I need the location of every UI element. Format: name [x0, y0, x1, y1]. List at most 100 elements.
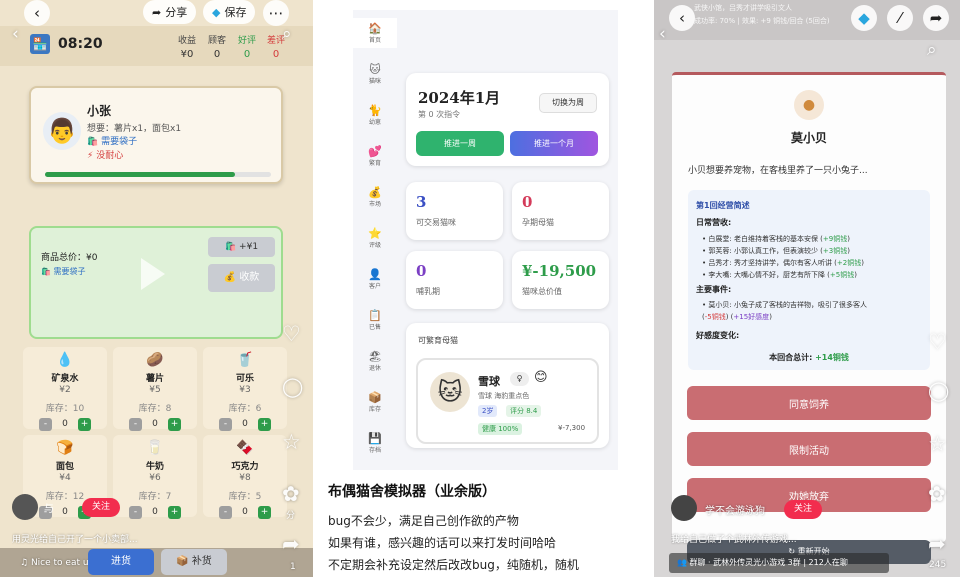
- add-bag-button[interactable]: 🛍️ +¥1: [208, 237, 275, 257]
- sidebar-icon: 🐱: [369, 63, 381, 76]
- play-icon[interactable]: [141, 258, 165, 290]
- events-title: 主要事件:: [696, 285, 732, 294]
- back-overlay-icon[interactable]: ‹: [659, 24, 666, 44]
- advance-month-button[interactable]: 推进一个月: [510, 131, 598, 156]
- agree-button[interactable]: 同意饲养: [687, 386, 931, 420]
- gift-icon[interactable]: ✿: [928, 482, 946, 506]
- sidebar-icon: 💰: [368, 186, 382, 199]
- increase-button[interactable]: +: [168, 418, 181, 431]
- post-title[interactable]: 布偶猫舍模拟器（业余版）: [328, 481, 496, 501]
- product-icon: 🥛: [146, 440, 164, 456]
- sidebar-item[interactable]: 📋 已售: [353, 309, 397, 331]
- share-arrow-icon[interactable]: ➦: [928, 532, 946, 556]
- music-label: ♫ Nice to eat u: [20, 558, 89, 568]
- share-count: 245: [929, 560, 947, 570]
- share-button[interactable]: ➦: [923, 5, 949, 31]
- decrease-button[interactable]: -: [219, 506, 232, 519]
- sidebar-item[interactable]: 💕 繁育: [353, 145, 397, 167]
- product-stock: 库存：10: [45, 404, 85, 414]
- bag-icon: 🛍️: [224, 242, 237, 252]
- daily-item: • 郭芙蓉: 小郭认真工作，但表演较少 (+3铜钱): [702, 247, 850, 255]
- header-line1: 武侠小馆，吕秀才讲学吸引文人: [694, 4, 792, 12]
- product-card[interactable]: 💧 矿泉水 ¥2 库存：10 -0 +: [23, 347, 107, 431]
- sidebar-item[interactable]: 💰 市场: [353, 186, 397, 208]
- product-price: ¥8: [239, 473, 251, 483]
- wulin-game-panel: 武侠小馆，吕秀才讲学吸引文人 成功率: 70% | 效果: +9 铜钱/回合 (…: [654, 0, 960, 577]
- restock-button[interactable]: 进货: [88, 549, 154, 575]
- increase-button[interactable]: +: [258, 506, 271, 519]
- sidebar-item[interactable]: 👤 客户: [353, 268, 397, 290]
- replenish-button[interactable]: 📦 补货: [161, 549, 227, 575]
- product-card[interactable]: 🥛 牛奶 ¥6 库存：7 -0 +: [113, 435, 197, 519]
- money-bag-icon: 💰: [223, 272, 237, 283]
- favorite-icon[interactable]: ☆: [928, 432, 947, 456]
- product-price: ¥5: [149, 385, 161, 395]
- box-icon: 📦: [176, 556, 189, 567]
- daily-item: • 白展堂: 老白维持着客栈的基本安保 (+9铜钱): [702, 235, 850, 243]
- author-name[interactable]: 学不会游泳狗: [705, 502, 765, 517]
- decrease-button[interactable]: -: [129, 418, 142, 431]
- search-icon[interactable]: ⌕: [927, 40, 937, 60]
- daily-item: • 吕秀才: 秀才坚持讲学，偶尔有客人听讲 (+2铜钱): [702, 259, 864, 267]
- like-icon[interactable]: ♡: [928, 330, 947, 354]
- lightning-button[interactable]: ◆: [851, 5, 877, 31]
- increase-button[interactable]: +: [168, 506, 181, 519]
- more-button[interactable]: ⋯: [263, 0, 289, 26]
- chevron-left-icon: ‹: [34, 4, 40, 22]
- sidebar-item[interactable]: 📦 库存: [353, 391, 397, 413]
- share-arrow-icon[interactable]: ➦: [282, 532, 300, 556]
- stat-value: 0: [522, 193, 533, 211]
- group-chat-banner[interactable]: 👥 群聊 · 武林外传灵光小游戏 3群 | 212人在聊: [669, 553, 889, 573]
- back-button[interactable]: ‹: [669, 5, 695, 31]
- limit-button[interactable]: 限制活动: [687, 432, 931, 466]
- sidebar-item[interactable]: 💾 存档: [353, 432, 397, 454]
- like-icon[interactable]: ♡: [282, 322, 301, 346]
- video-caption: 用灵光给自己开了一个小卖部...: [12, 535, 138, 545]
- favorite-icon[interactable]: ☆: [282, 430, 301, 454]
- date-title: 2024年1月: [418, 89, 501, 107]
- advance-week-button[interactable]: 推进一周: [416, 131, 504, 156]
- command-count: 第 0 次指令: [418, 110, 461, 119]
- author-name[interactable]: 与: [44, 500, 54, 515]
- product-icon: 🥔: [146, 352, 164, 368]
- search-icon[interactable]: ⌕: [282, 24, 292, 44]
- follow-button[interactable]: 关注: [784, 500, 822, 519]
- gift-icon[interactable]: ✿: [282, 482, 300, 506]
- character-intro: 小贝想要养宠物，在客栈里养了一只小兔子...: [688, 166, 868, 176]
- magic-wand-button[interactable]: ⁄: [887, 5, 913, 31]
- sidebar-item[interactable]: 🐱 猫咪: [353, 63, 397, 85]
- comment-icon[interactable]: ◯: [282, 376, 303, 398]
- decrease-button[interactable]: -: [129, 506, 142, 519]
- increase-button[interactable]: +: [258, 418, 271, 431]
- cat-age: 2岁: [478, 405, 498, 417]
- increase-button[interactable]: +: [78, 418, 91, 431]
- product-name: 牛奶: [145, 462, 164, 472]
- follow-button[interactable]: 关注: [82, 498, 120, 517]
- back-button[interactable]: ‹: [24, 0, 50, 26]
- customer-mood: ⚡ 没耐心: [87, 151, 124, 161]
- decrease-button[interactable]: -: [219, 418, 232, 431]
- cat-breed: 雪球 海豹重点色: [478, 392, 530, 400]
- product-card[interactable]: 🥤 可乐 ¥3 库存：6 -0 +: [203, 347, 287, 431]
- sidebar-icon: 📦: [368, 391, 382, 404]
- toggle-week-button[interactable]: 切换为周: [539, 93, 597, 113]
- sidebar-item[interactable]: ⭐ 评级: [353, 227, 397, 249]
- save-button[interactable]: ◆ 保存: [203, 0, 256, 24]
- cat-card[interactable]: 🐱 雪球 ♀ 😊 雪球 海豹重点色 2岁 评分 8.4 健康 100% ¥-7,…: [416, 358, 599, 444]
- author-avatar[interactable]: [671, 495, 697, 521]
- product-card[interactable]: 🍫 巧克力 ¥8 库存：5 -0 +: [203, 435, 287, 519]
- sidebar-item[interactable]: 🐈 幼崽: [353, 104, 397, 126]
- stat-good-reviews: 好评 0: [238, 36, 257, 60]
- product-name: 面包: [55, 462, 74, 472]
- back-overlay-icon[interactable]: ‹: [12, 24, 19, 44]
- share-button[interactable]: ➦ 分享: [143, 0, 197, 24]
- sidebar-icon: ⭐: [368, 227, 382, 240]
- sidebar-item[interactable]: 🏠 首页: [353, 18, 397, 48]
- author-avatar[interactable]: [12, 494, 38, 520]
- quantity-value: 0: [62, 507, 68, 517]
- product-card[interactable]: 🥔 薯片 ¥5 库存：8 -0 +: [113, 347, 197, 431]
- comment-icon[interactable]: ◯: [928, 380, 949, 402]
- checkout-button[interactable]: 💰 收款: [208, 264, 275, 292]
- sidebar-item[interactable]: 🏖 退休: [353, 350, 397, 372]
- decrease-button[interactable]: -: [39, 418, 52, 431]
